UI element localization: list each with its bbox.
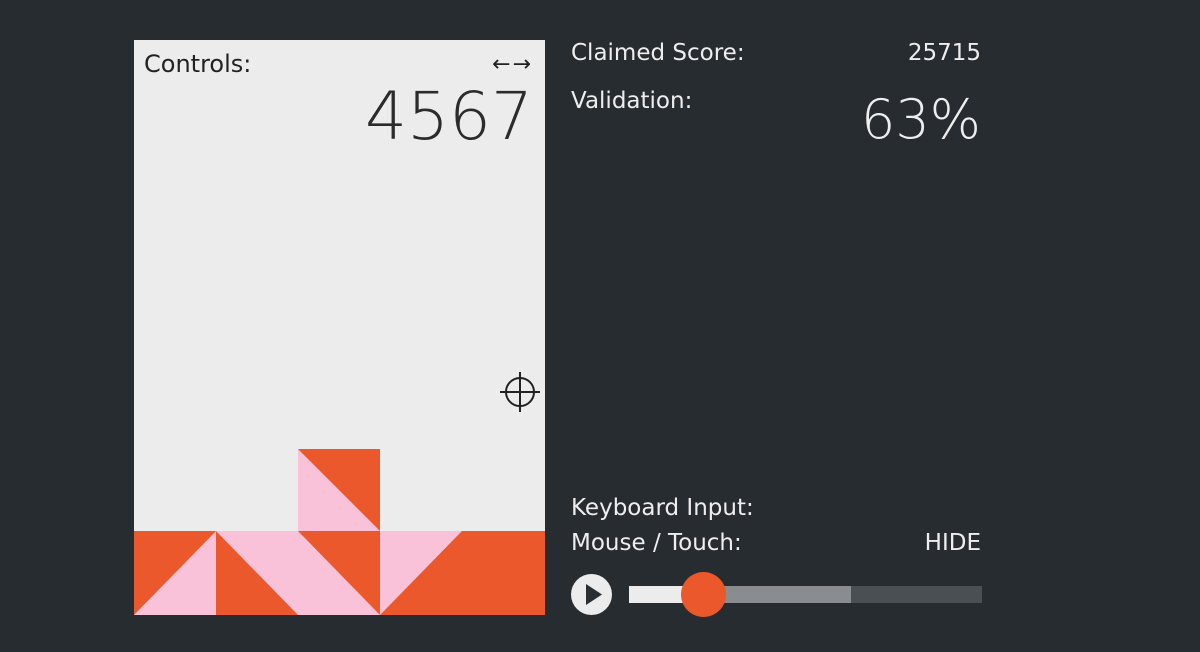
crosshair-icon (500, 372, 540, 412)
claimed-score-value: 25715 (907, 40, 981, 66)
slider-thumb[interactable] (681, 572, 727, 617)
replay-slider[interactable] (629, 572, 982, 617)
block (216, 531, 298, 615)
validation-value: 63% (860, 88, 981, 151)
current-score: 4567 (365, 78, 533, 155)
controls-label: Controls: (144, 50, 252, 78)
block (462, 531, 545, 615)
mouse-touch-label: Mouse / Touch: (571, 530, 742, 556)
validation-label: Validation: (571, 88, 693, 114)
hide-button[interactable]: HIDE (925, 530, 981, 556)
block (134, 531, 216, 615)
keyboard-input-label: Keyboard Input: (571, 495, 754, 521)
arrow-keys-icon: ←→ (492, 52, 533, 77)
block (380, 531, 462, 615)
block (298, 531, 380, 615)
block (298, 449, 380, 531)
play-button[interactable] (571, 574, 612, 615)
claimed-score-label: Claimed Score: (571, 40, 745, 66)
play-icon (586, 584, 602, 605)
game-board[interactable]: Controls: ←→ 4567 (134, 40, 545, 615)
